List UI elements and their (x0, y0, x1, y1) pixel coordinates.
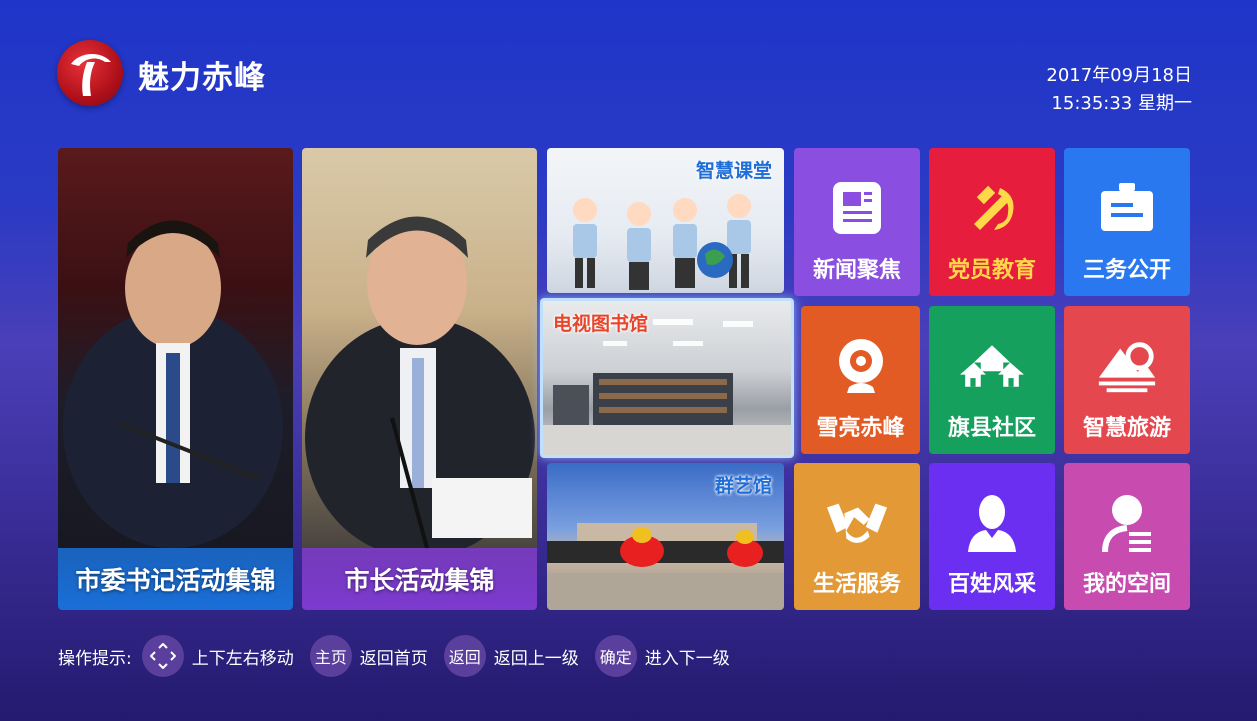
news-icon (825, 176, 889, 240)
service-tile-county-community[interactable]: 旗县社区 (929, 306, 1055, 454)
date-text: 2017年09月18日 (1046, 65, 1192, 86)
ok-hint-text: 进入下一级 (644, 648, 730, 669)
service-tile-label: 新闻聚焦 (812, 258, 901, 283)
feature-caption: 市长活动集锦 (302, 548, 537, 610)
dpad-icon (141, 635, 184, 677)
service-tile-label: 雪亮赤峰 (816, 416, 905, 441)
operation-hints: 操作提示: 上下左右移动 主页 返回首页 返回 返回上一级 确定 进入下一级 (58, 635, 736, 677)
service-tile-xueliang[interactable]: 雪亮赤峰 (801, 306, 920, 454)
feature-caption: 市委书记活动集锦 (58, 548, 293, 610)
dpad-hint-text: 上下左右移动 (191, 648, 294, 669)
service-tile-label: 我的空间 (1082, 572, 1171, 597)
feature-tile-secretary[interactable]: 市委书记活动集锦 (58, 148, 293, 610)
service-tile-label: 百姓风采 (947, 572, 1036, 597)
hints-prefix: 操作提示: (58, 648, 132, 669)
service-tile-life-services[interactable]: 生活服务 (794, 463, 920, 610)
app-title: 魅力赤峰 (138, 60, 266, 96)
service-tile-label: 生活服务 (812, 572, 901, 597)
service-tile-smart-tourism[interactable]: 智慧旅游 (1064, 306, 1190, 454)
service-tile-citizen-style[interactable]: 百姓风采 (929, 463, 1055, 610)
mayor-photo (305, 216, 535, 548)
service-tile-public-affairs[interactable]: 三务公开 (1064, 148, 1190, 296)
service-tile-my-space[interactable]: 我的空间 (1064, 463, 1190, 610)
datetime: 2017年09月18日 15:35:33 星期一 (1046, 62, 1192, 118)
person-icon (960, 491, 1024, 555)
app-logo (57, 40, 123, 106)
home-hint-text: 返回首页 (359, 648, 428, 669)
back-key-badge: 返回 (443, 635, 486, 677)
party-emblem-icon (960, 176, 1024, 240)
mini-tile-smart-classroom[interactable]: 智慧课堂 (547, 148, 784, 293)
feature-tile-mayor[interactable]: 市长活动集锦 (302, 148, 537, 610)
handshake-icon (825, 491, 889, 555)
service-tile-party-education[interactable]: 党员教育 (929, 148, 1055, 296)
secretary-photo (63, 220, 283, 548)
camera-icon (829, 334, 893, 398)
service-tile-label: 党员教育 (947, 258, 1036, 283)
service-tile-label: 三务公开 (1082, 258, 1171, 283)
time-weekday-text: 15:35:33 星期一 (1051, 93, 1192, 114)
home-key-badge: 主页 (309, 635, 352, 677)
houses-icon (960, 334, 1024, 398)
service-tile-news[interactable]: 新闻聚焦 (794, 148, 920, 296)
back-hint-text: 返回上一级 (493, 648, 579, 669)
mini-tile-art-center[interactable]: 群艺馆 (547, 463, 784, 610)
mini-tile-label: 群艺馆 (714, 475, 772, 497)
ok-key-badge: 确定 (594, 635, 637, 677)
mini-tile-tv-library[interactable]: 电视图书馆 (540, 298, 794, 458)
service-tile-label: 智慧旅游 (1082, 416, 1171, 441)
mini-tile-label: 电视图书馆 (553, 313, 649, 335)
notice-board-icon (1095, 176, 1159, 240)
service-tile-label: 旗县社区 (947, 416, 1036, 441)
mountain-icon (1095, 334, 1159, 398)
mini-tile-label: 智慧课堂 (695, 160, 772, 182)
user-space-icon (1095, 491, 1159, 555)
